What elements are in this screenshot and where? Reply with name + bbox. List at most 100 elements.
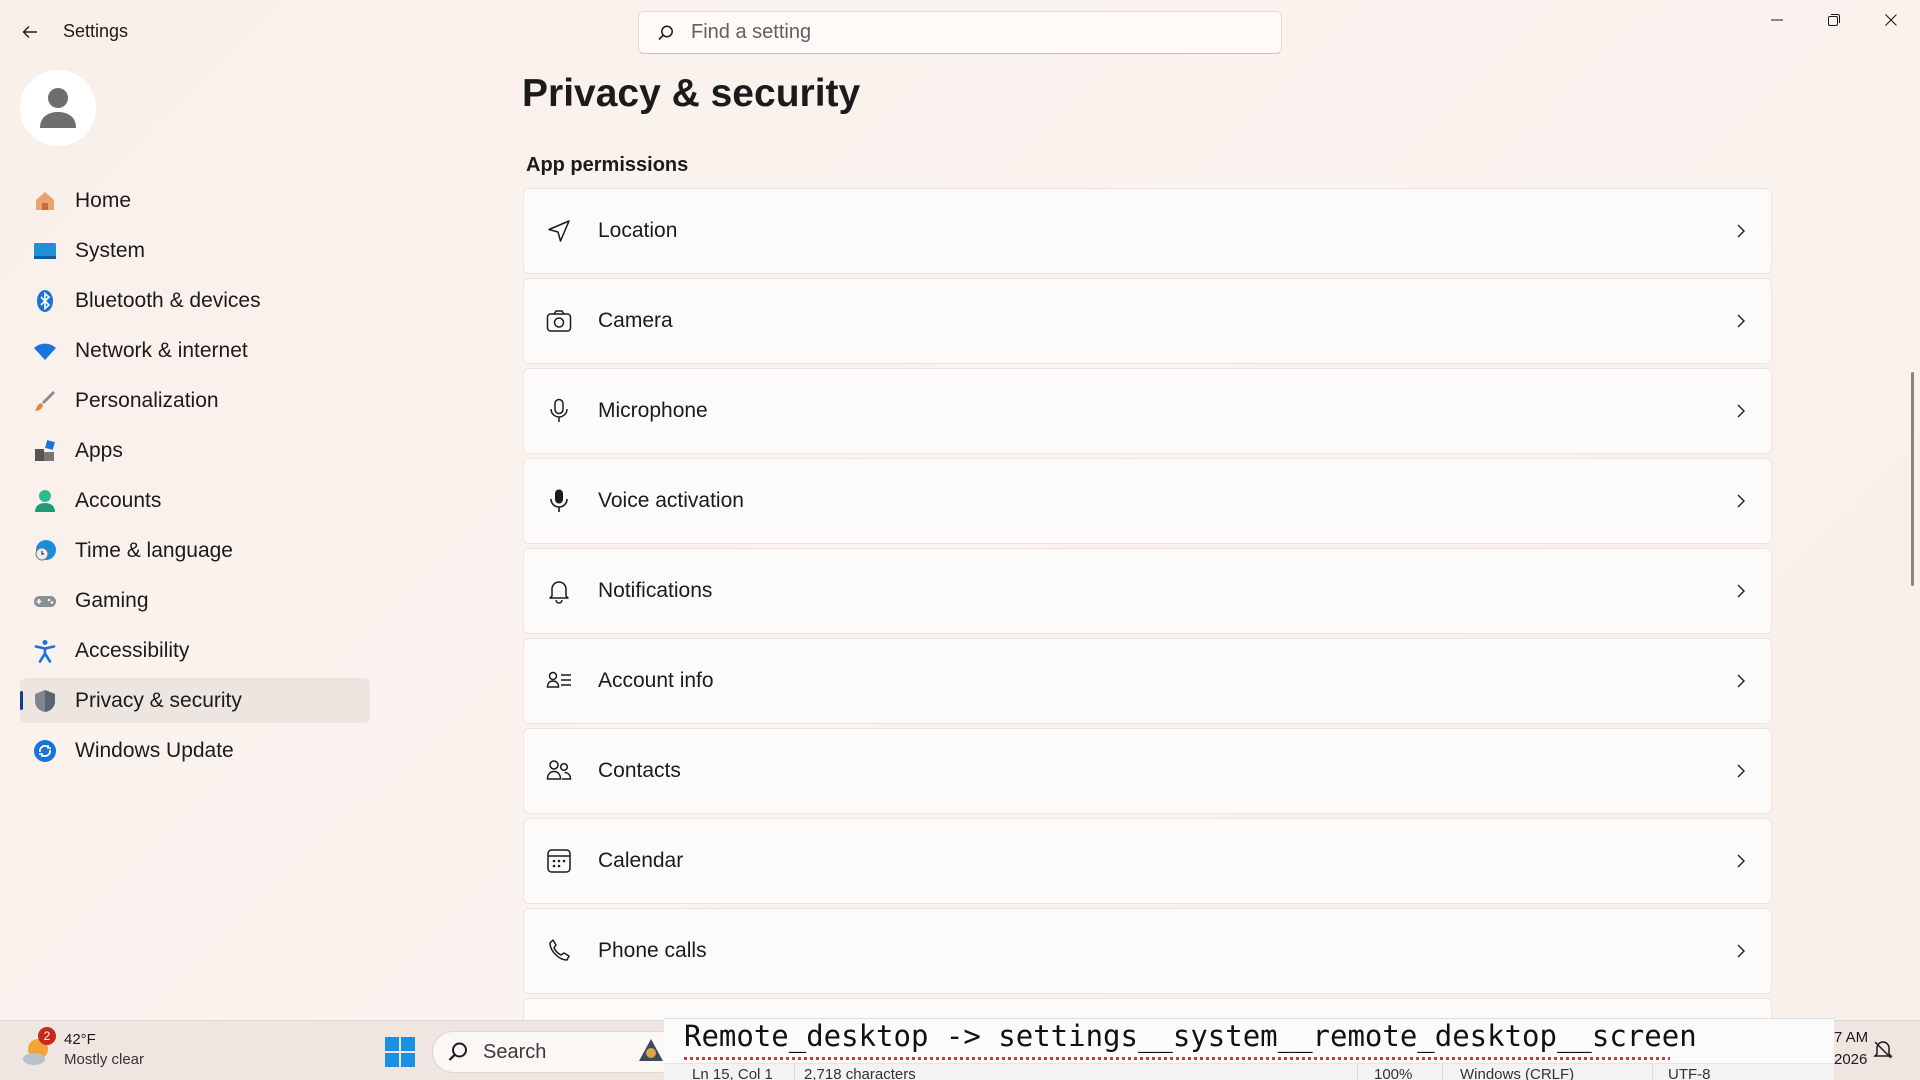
shield-icon — [32, 688, 58, 714]
section-title: App permissions — [526, 154, 689, 176]
permission-label: Microphone — [598, 399, 708, 422]
back-button[interactable] — [16, 18, 44, 46]
brush-icon — [32, 388, 58, 414]
permission-row-microphone[interactable]: Microphone — [523, 368, 1772, 454]
weather-temperature: 42°F — [64, 1031, 96, 1048]
sidebar-item-time-language[interactable]: Time & language — [20, 528, 370, 573]
permission-row-calendar[interactable]: Calendar — [523, 818, 1772, 904]
account-info-icon — [544, 666, 574, 696]
sidebar-item-bluetooth[interactable]: Bluetooth & devices — [20, 278, 370, 323]
status-separator — [1652, 1064, 1653, 1080]
close-button[interactable] — [1862, 0, 1919, 40]
sidebar-item-windows-update[interactable]: Windows Update — [20, 728, 370, 773]
notification-center-button[interactable] — [1872, 1039, 1894, 1061]
permission-row-notifications[interactable]: Notifications — [523, 548, 1772, 634]
weather-widget[interactable]: 2 42°F Mostly clear — [22, 1027, 182, 1073]
weather-badge: 2 — [38, 1027, 56, 1045]
permission-label: Account info — [598, 669, 714, 692]
permission-row-camera[interactable]: Camera — [523, 278, 1772, 364]
sidebar-item-accounts[interactable]: Accounts — [20, 478, 370, 523]
sidebar-item-label: Gaming — [75, 588, 149, 612]
taskbar-search-label: Search — [483, 1040, 547, 1063]
sidebar-item-label: Home — [75, 188, 132, 212]
restore-icon — [1827, 14, 1840, 26]
page-title: Privacy & security — [522, 72, 861, 115]
permission-row-contacts[interactable]: Contacts — [523, 728, 1772, 814]
camera-icon — [544, 306, 574, 336]
chevron-right-icon — [1733, 313, 1749, 329]
minimize-button[interactable] — [1748, 0, 1805, 40]
chevron-right-icon — [1733, 673, 1749, 689]
user-avatar[interactable] — [20, 70, 96, 146]
chevron-right-icon — [1733, 943, 1749, 959]
clock-time[interactable]: 7 AM — [1834, 1029, 1868, 1046]
settings-window: Settings Home — [0, 0, 1920, 1020]
system-icon — [32, 238, 58, 264]
windows-logo-icon — [385, 1037, 415, 1067]
sidebar-item-home[interactable]: Home — [20, 178, 370, 223]
status-encoding: UTF-8 — [1668, 1066, 1711, 1080]
permission-label: Location — [598, 219, 678, 242]
status-characters: 2,718 characters — [804, 1066, 916, 1080]
voice-activation-icon — [544, 486, 574, 516]
notepad-window: Remote_desktop -> settings__system__remo… — [664, 1018, 1834, 1080]
user-placeholder-icon — [40, 88, 76, 128]
sidebar-item-gaming[interactable]: Gaming — [20, 578, 370, 623]
notepad-text-line[interactable]: Remote_desktop -> settings__system__remo… — [684, 1019, 1697, 1053]
home-icon — [32, 188, 58, 214]
chevron-right-icon — [1733, 403, 1749, 419]
sidebar-item-label: System — [75, 238, 146, 262]
taskbar-app-icon[interactable] — [636, 1035, 666, 1065]
sidebar-item-label: Privacy & security — [75, 688, 242, 712]
permission-label: Calendar — [598, 849, 684, 872]
notepad-status-bar: Ln 15, Col 1 2,718 characters 100% Windo… — [664, 1063, 1834, 1080]
sidebar-nav: Home System Bluetooth & devices Network … — [20, 178, 370, 778]
search-input[interactable] — [691, 21, 1251, 44]
weather-description: Mostly clear — [64, 1051, 145, 1068]
status-separator — [794, 1064, 795, 1080]
app-permissions-list: Location Camera Microphone Voice activat… — [523, 188, 1772, 1020]
clock-date[interactable]: 2026 — [1834, 1051, 1867, 1068]
permission-row-voice-activation[interactable]: Voice activation — [523, 458, 1772, 544]
wifi-icon — [32, 338, 58, 364]
restore-button[interactable] — [1805, 0, 1862, 40]
sidebar-item-network[interactable]: Network & internet — [20, 328, 370, 373]
status-line-ending: Windows (CRLF) — [1460, 1066, 1575, 1080]
sidebar-item-apps[interactable]: Apps — [20, 428, 370, 473]
app-icon — [639, 1039, 663, 1061]
sidebar-item-label: Windows Update — [75, 738, 234, 762]
status-separator — [1442, 1064, 1443, 1080]
chevron-right-icon — [1733, 853, 1749, 869]
notification-bell-icon — [1873, 1041, 1893, 1059]
globe-clock-icon — [32, 538, 58, 564]
sidebar-item-label: Bluetooth & devices — [75, 288, 261, 312]
status-separator — [1357, 1064, 1358, 1080]
sidebar-item-privacy-security[interactable]: Privacy & security — [20, 678, 370, 723]
permission-row-location[interactable]: Location — [523, 188, 1772, 274]
phone-icon — [544, 936, 574, 966]
permission-row-phone-calls[interactable]: Phone calls — [523, 908, 1772, 994]
chevron-right-icon — [1733, 493, 1749, 509]
person-icon — [32, 488, 58, 514]
update-icon — [32, 738, 58, 764]
accessibility-icon — [32, 638, 58, 664]
sidebar-item-system[interactable]: System — [20, 228, 370, 273]
sidebar-item-accessibility[interactable]: Accessibility — [20, 628, 370, 673]
back-arrow-icon — [22, 26, 37, 38]
permission-row-partial[interactable] — [523, 998, 1772, 1020]
apps-icon — [32, 438, 58, 464]
scrollbar-thumb[interactable] — [1911, 372, 1914, 586]
sidebar-item-label: Personalization — [75, 388, 219, 412]
status-position: Ln 15, Col 1 — [692, 1066, 773, 1080]
sidebar-item-label: Accessibility — [75, 638, 190, 662]
location-icon — [544, 216, 574, 246]
permission-label: Voice activation — [598, 489, 744, 512]
status-zoom[interactable]: 100% — [1374, 1066, 1412, 1080]
title-bar: Settings — [0, 0, 1920, 64]
sidebar-item-personalization[interactable]: Personalization — [20, 378, 370, 423]
close-icon — [1884, 14, 1897, 26]
start-button[interactable] — [384, 1036, 416, 1068]
sidebar-item-label: Network & internet — [75, 338, 248, 362]
settings-search-box[interactable] — [638, 11, 1282, 54]
permission-row-account-info[interactable]: Account info — [523, 638, 1772, 724]
